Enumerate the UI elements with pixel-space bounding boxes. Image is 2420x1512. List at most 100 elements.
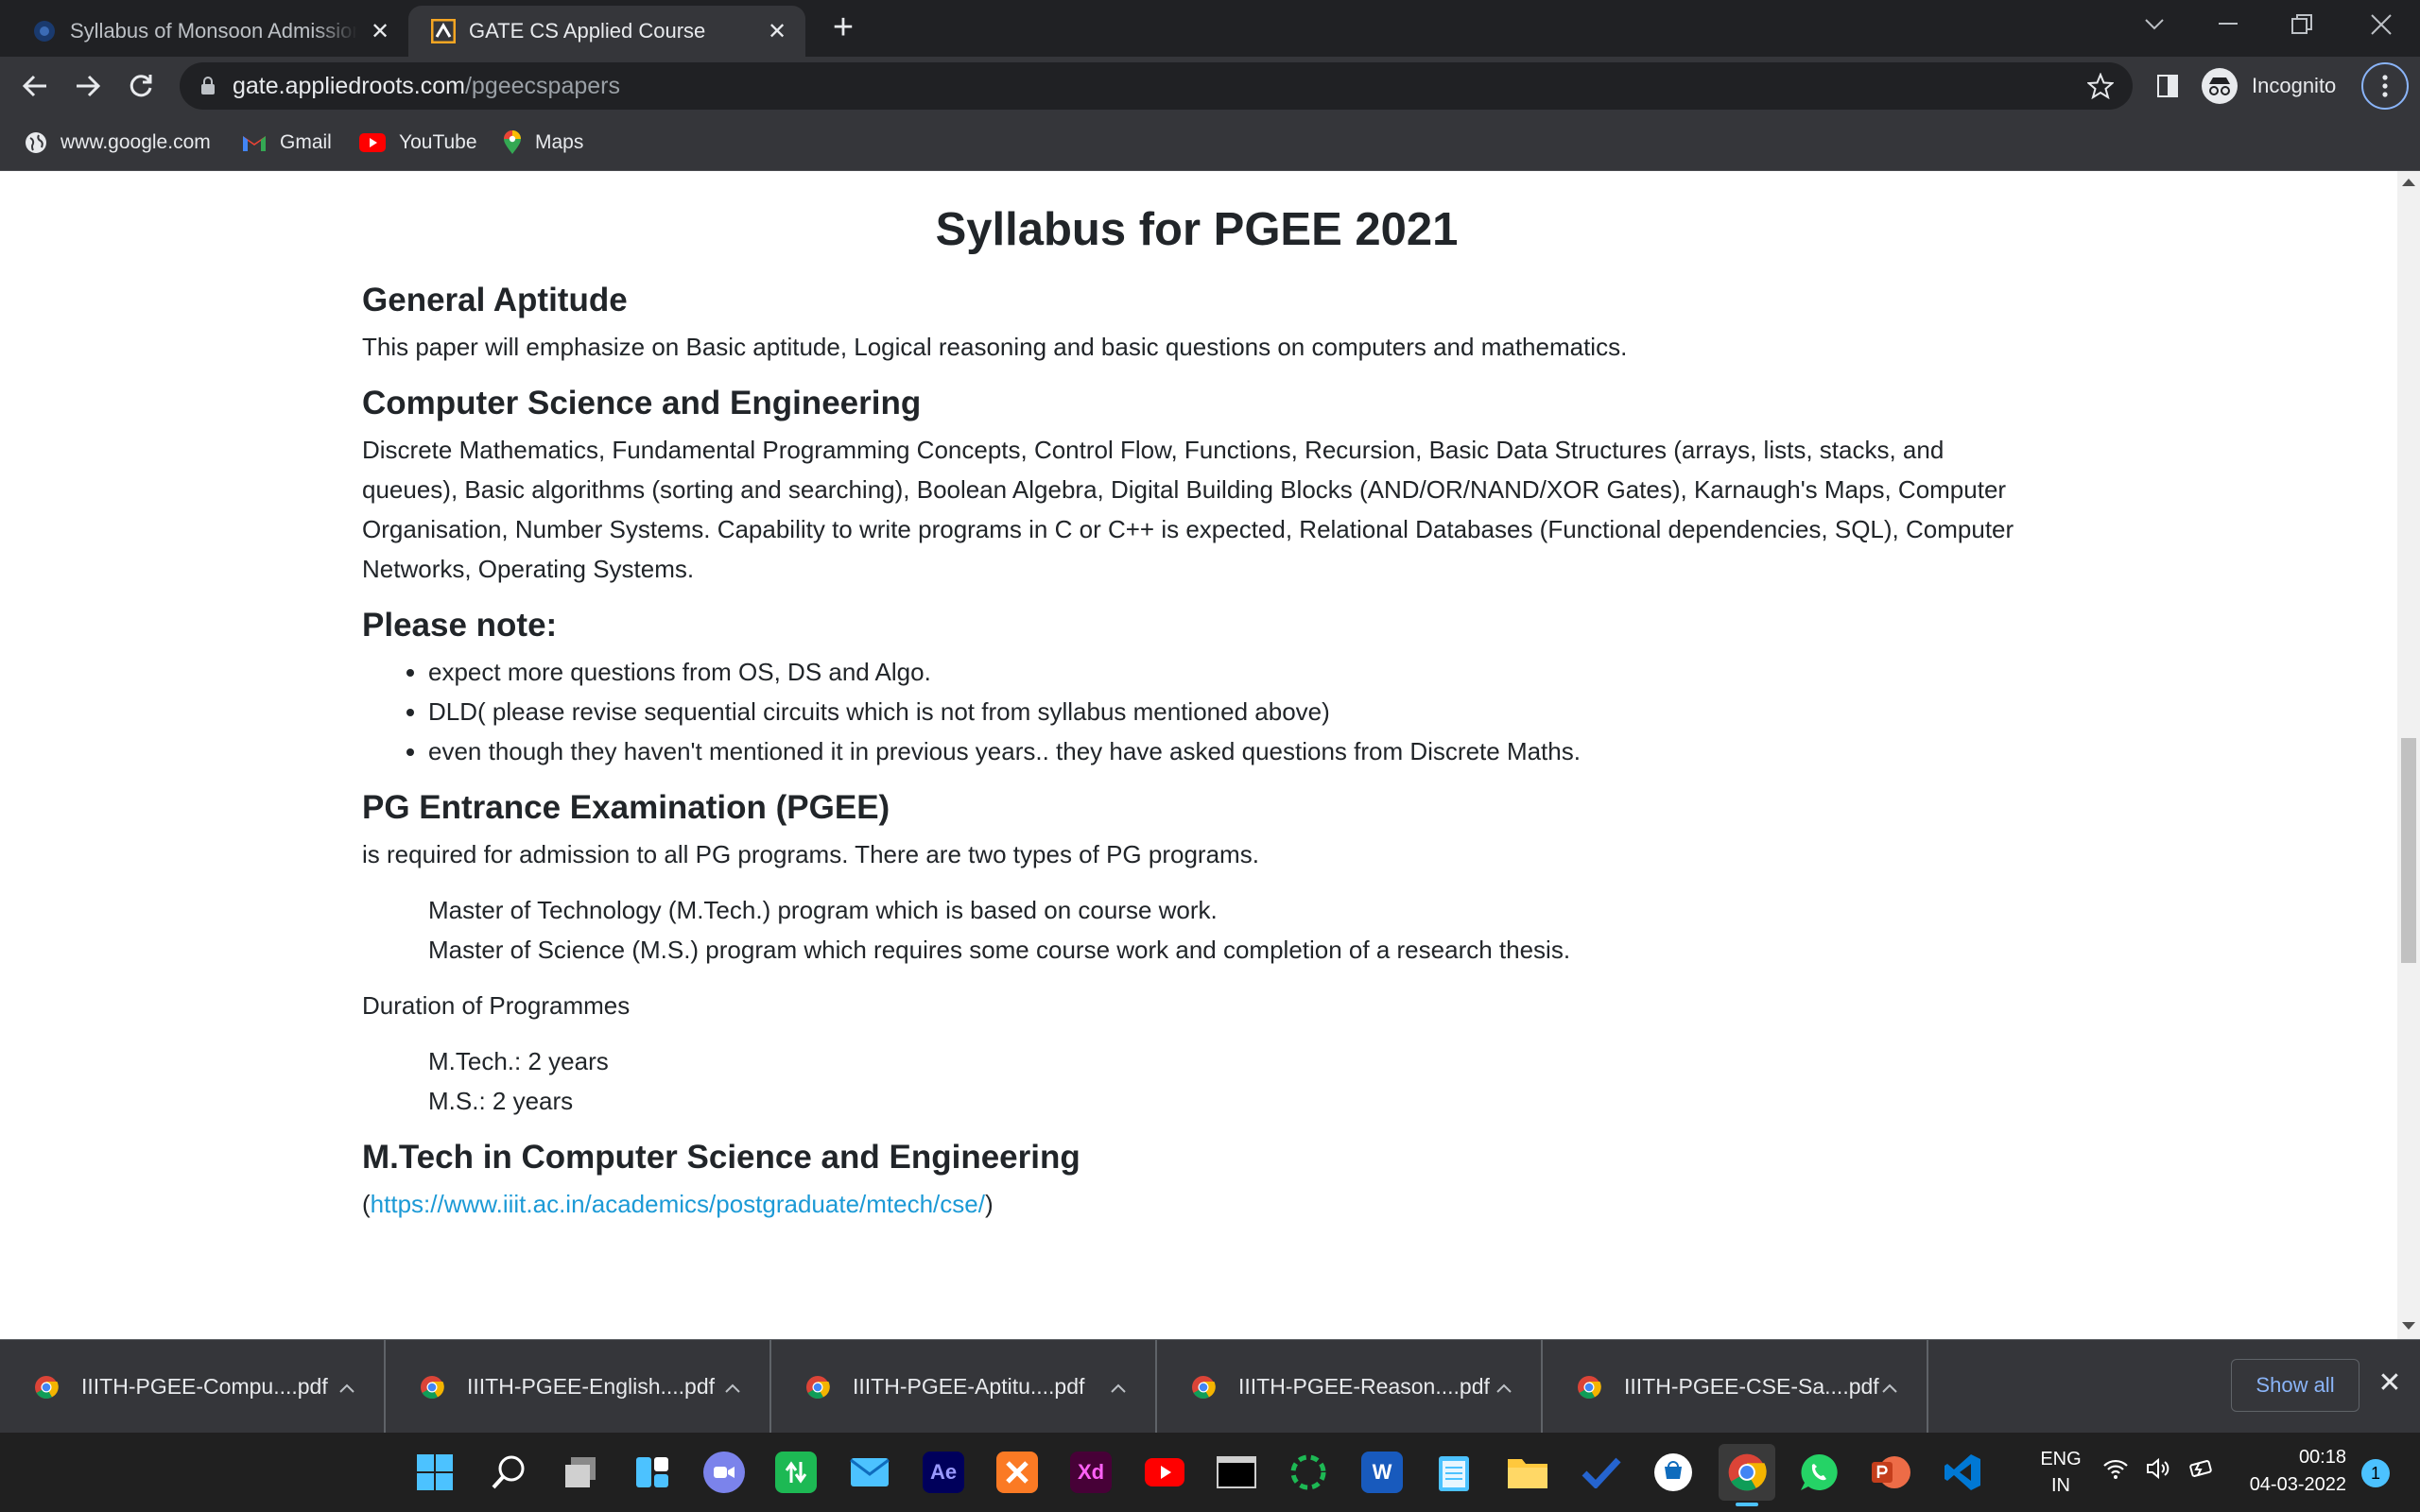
program-item: Master of Science (M.S.) program which r…: [428, 936, 1571, 964]
chrome-menu-icon[interactable]: [2361, 62, 2409, 110]
clock[interactable]: 00:18 04-03-2022: [2233, 1444, 2346, 1499]
close-window-icon[interactable]: [2344, 0, 2418, 49]
close-tab-icon[interactable]: ✕: [764, 18, 790, 45]
windows-taskbar: Ae Xd W ENG IN 00:18 04-03-2022 1: [0, 1433, 2420, 1512]
chrome-icon: [1192, 1375, 1216, 1399]
list-item: DLD( please revise sequential circuits w…: [428, 692, 2026, 731]
download-item[interactable]: IIITH-PGEE-CSE-Sa....pdf: [1543, 1340, 1928, 1434]
chrome-icon: [1578, 1375, 1601, 1399]
duration-label: Duration of Programmes: [362, 991, 631, 1020]
chevron-up-icon[interactable]: [1110, 1374, 1127, 1400]
clock-time: 00:18: [2298, 1447, 2346, 1468]
aptitude-text: This paper will emphasize on Basic aptit…: [362, 333, 1628, 361]
scroll-up-arrow-icon[interactable]: [2402, 179, 2415, 186]
widgets-icon[interactable]: [624, 1444, 681, 1501]
section-heading-note: Please note:: [362, 607, 558, 644]
tab-syllabus-monsoon[interactable]: Syllabus of Monsoon Admissions ✕: [0, 6, 408, 57]
volume-icon[interactable]: [2146, 1457, 2170, 1480]
notification-badge[interactable]: 1: [2361, 1459, 2390, 1487]
xampp-icon[interactable]: [989, 1444, 1046, 1501]
section-heading-pgee: PG Entrance Examination (PGEE): [362, 789, 890, 826]
program-item: Master of Technology (M.Tech.) program w…: [428, 896, 1218, 924]
section-heading-cse: Computer Science and Engineering: [362, 385, 922, 421]
reload-icon[interactable]: [121, 66, 161, 106]
task-view-icon[interactable]: [552, 1444, 609, 1501]
loading-app-icon[interactable]: [1280, 1444, 1337, 1501]
youtube-icon: [359, 133, 386, 152]
download-item[interactable]: IIITH-PGEE-Compu....pdf: [0, 1340, 386, 1434]
mail-icon[interactable]: [841, 1444, 898, 1501]
minimize-icon[interactable]: [2191, 0, 2265, 49]
duration-item: M.S.: 2 years: [428, 1087, 574, 1115]
restore-icon[interactable]: [2265, 0, 2339, 49]
todo-icon[interactable]: [1573, 1444, 1630, 1501]
bookmark-maps[interactable]: Maps: [503, 126, 583, 160]
download-item[interactable]: IIITH-PGEE-Reason....pdf: [1157, 1340, 1543, 1434]
powerpoint-icon[interactable]: [1862, 1444, 1919, 1501]
page-scrollbar[interactable]: [2397, 171, 2420, 1339]
chevron-up-icon[interactable]: [1881, 1374, 1898, 1400]
language-code: ENG: [2040, 1449, 2082, 1469]
side-panel-icon[interactable]: [2148, 66, 2187, 106]
after-effects-icon[interactable]: Ae: [915, 1444, 972, 1501]
chrome-icon: [421, 1375, 444, 1399]
start-icon[interactable]: [406, 1444, 463, 1501]
close-downloads-icon[interactable]: ✕: [2371, 1365, 2409, 1402]
paren-open: (: [362, 1190, 371, 1218]
tab-strip: Syllabus of Monsoon Admissions ✕ GATE CS…: [0, 0, 2420, 57]
download-filename: IIITH-PGEE-Reason....pdf: [1238, 1374, 1490, 1399]
whatsapp-icon[interactable]: [1790, 1444, 1847, 1501]
download-item[interactable]: IIITH-PGEE-Aptitu....pdf: [771, 1340, 1157, 1434]
chevron-up-icon[interactable]: [1495, 1374, 1512, 1400]
wifi-icon[interactable]: [2102, 1457, 2129, 1480]
notepad-icon[interactable]: [1426, 1444, 1482, 1501]
chrome-icon: [35, 1375, 59, 1399]
search-icon[interactable]: [480, 1444, 537, 1501]
lock-icon[interactable]: [200, 77, 216, 95]
globe-icon: [26, 132, 46, 153]
bookmark-label: Maps: [535, 131, 584, 153]
download-filename: IIITH-PGEE-English....pdf: [467, 1374, 716, 1399]
new-tab-icon[interactable]: +: [824, 9, 862, 47]
word-icon[interactable]: W: [1354, 1444, 1410, 1501]
file-explorer-icon[interactable]: [1499, 1444, 1556, 1501]
download-filename: IIITH-PGEE-Aptitu....pdf: [853, 1374, 1085, 1399]
tab-gate-cs[interactable]: GATE CS Applied Course ✕: [408, 6, 805, 57]
terminal-icon[interactable]: [1208, 1444, 1265, 1501]
system-tray[interactable]: [2102, 1457, 2214, 1480]
language-indicator[interactable]: ENG IN: [2036, 1446, 2085, 1499]
mtech-cse-link[interactable]: https://www.iiit.ac.in/academics/postgra…: [371, 1190, 985, 1218]
youtube-app-icon[interactable]: [1136, 1444, 1193, 1501]
vscode-icon[interactable]: [1934, 1444, 1991, 1501]
scroll-down-arrow-icon[interactable]: [2402, 1322, 2415, 1330]
bookmark-star-icon[interactable]: [2087, 73, 2114, 99]
bookmark-label: Gmail: [280, 131, 332, 153]
page-title: Syllabus for PGEE 2021: [935, 204, 1459, 255]
mtech-link-line: (https://www.iiit.ac.in/academics/postgr…: [362, 1184, 2026, 1224]
back-icon[interactable]: [15, 66, 55, 106]
address-bar[interactable]: gate.appliedroots.com/pgeecspapers: [180, 62, 2133, 110]
bookmark-gmail[interactable]: Gmail: [242, 126, 332, 160]
pgee-text: is required for admission to all PG prog…: [362, 840, 1259, 868]
forward-icon[interactable]: [68, 66, 108, 106]
chevron-up-icon[interactable]: [724, 1374, 741, 1400]
download-item[interactable]: IIITH-PGEE-English....pdf: [386, 1340, 771, 1434]
url-host: gate.appliedroots.com: [233, 72, 465, 99]
chevron-up-icon[interactable]: [338, 1374, 355, 1400]
show-all-downloads-button[interactable]: Show all: [2231, 1359, 2360, 1412]
downloads-bar: IIITH-PGEE-Compu....pdf IIITH-PGEE-Engli…: [0, 1339, 2420, 1434]
incognito-indicator[interactable]: Incognito: [2201, 64, 2336, 108]
tab-search-icon[interactable]: [2118, 0, 2191, 49]
close-tab-icon[interactable]: ✕: [367, 18, 393, 45]
page-viewport: Syllabus for PGEE 2021 General Aptitude …: [0, 171, 2397, 1339]
adobe-xd-icon[interactable]: Xd: [1063, 1444, 1119, 1501]
bookmark-google[interactable]: www.google.com: [25, 126, 211, 160]
scrollbar-thumb[interactable]: [2401, 738, 2416, 963]
battery-charging-icon[interactable]: [2187, 1457, 2214, 1480]
store-icon[interactable]: [1645, 1444, 1702, 1501]
teams-chat-icon[interactable]: [696, 1444, 752, 1501]
site-favicon: [34, 21, 55, 42]
chrome-taskbar-icon[interactable]: [1719, 1444, 1775, 1506]
file-transfer-icon[interactable]: [768, 1444, 824, 1501]
bookmark-youtube[interactable]: YouTube: [359, 126, 477, 160]
